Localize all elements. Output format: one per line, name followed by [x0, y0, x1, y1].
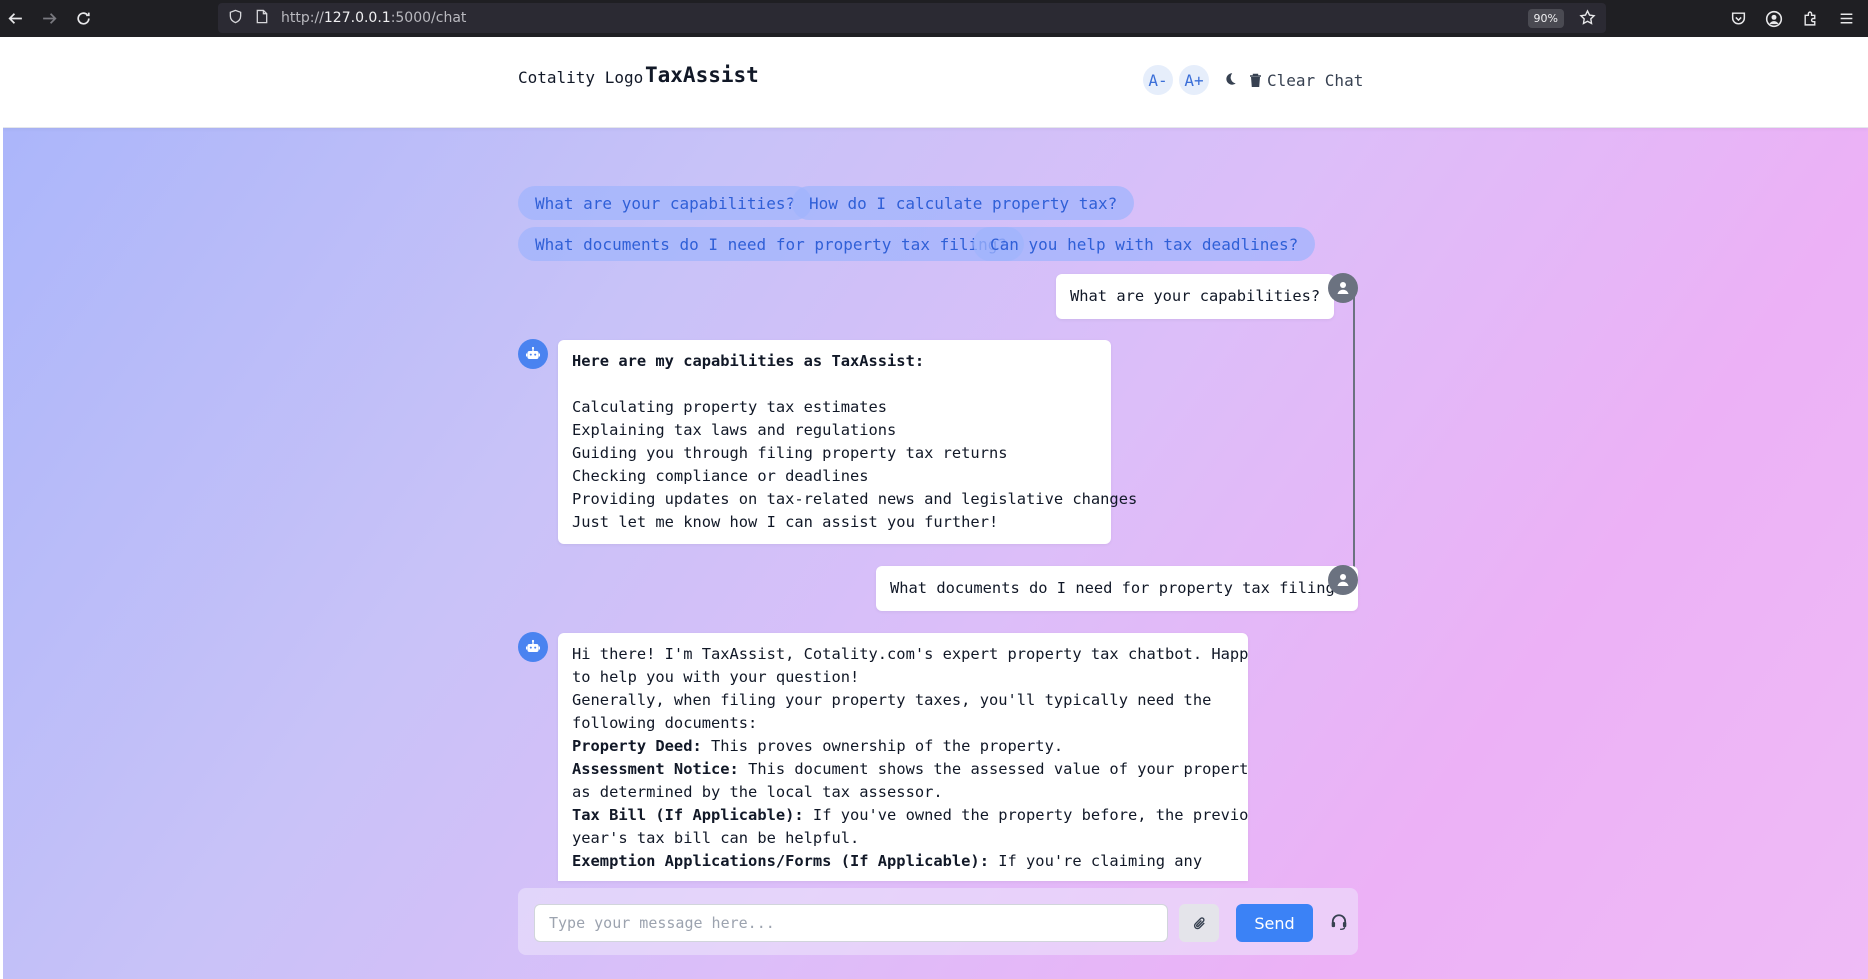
- back-icon[interactable]: [0, 4, 30, 34]
- capability-item: Calculating property tax estimates: [572, 398, 888, 416]
- document-label: Tax Bill (If Applicable):: [572, 806, 804, 824]
- bookmark-star-icon[interactable]: [1579, 9, 1596, 30]
- user-icon: [1337, 282, 1349, 294]
- user-message: What are your capabilities?: [1056, 274, 1335, 319]
- app-title: TaxAssist: [645, 63, 759, 87]
- message-heading: Here are my capabilities as TaxAssist:: [572, 352, 925, 370]
- menu-icon[interactable]: [1832, 5, 1860, 33]
- message-line: following documents:: [572, 714, 758, 732]
- capability-item: Checking compliance or deadlines: [572, 467, 869, 485]
- headset-icon: [1331, 914, 1347, 930]
- document-desc: as determined by the local tax assessor.: [572, 783, 943, 801]
- message-line: Hi there! I'm TaxAssist, Cotality.com's …: [572, 645, 1248, 663]
- dark-mode-toggle[interactable]: [1217, 65, 1243, 95]
- suggestion-chip[interactable]: Can you help with tax deadlines?: [973, 227, 1316, 261]
- message-composer: Send: [518, 888, 1358, 955]
- document-desc: This proves ownership of the property.: [701, 737, 1064, 755]
- suggestion-chip[interactable]: What documents do I need for property ta…: [518, 227, 1025, 261]
- increase-font-button[interactable]: A+: [1179, 65, 1209, 95]
- cotality-logo[interactable]: Cotality Logo: [518, 68, 643, 87]
- user-avatar: [1328, 565, 1358, 595]
- document-item: Exemption Applications/Forms (If Applica…: [572, 850, 1234, 873]
- bot-avatar: [518, 339, 548, 369]
- zoom-level-badge[interactable]: 90%: [1527, 9, 1564, 28]
- address-bar[interactable]: http://127.0.0.1:5000/chat 90%: [218, 3, 1606, 33]
- forward-icon[interactable]: [34, 4, 64, 34]
- bot-message: Here are my capabilities as TaxAssist: C…: [558, 340, 1138, 544]
- attach-file-button[interactable]: [1179, 904, 1219, 942]
- document-item: Assessment Notice: This document shows t…: [572, 758, 1248, 781]
- page-icon: [255, 9, 269, 28]
- bot-message: Hi there! I'm TaxAssist, Cotality.com's …: [558, 633, 1248, 881]
- send-button[interactable]: Send: [1236, 904, 1313, 942]
- account-icon[interactable]: [1760, 5, 1788, 33]
- url-text: http://127.0.0.1:5000/chat: [281, 10, 467, 26]
- user-avatar: [1328, 273, 1358, 303]
- document-item: Tax Bill (If Applicable): If you've owne…: [572, 804, 1248, 827]
- user-icon: [1337, 574, 1349, 586]
- document-label: Assessment Notice:: [572, 760, 739, 778]
- trash-icon: [1250, 73, 1261, 87]
- suggestion-chip[interactable]: How do I calculate property tax?: [792, 186, 1135, 220]
- document-desc: year's tax bill can be helpful.: [572, 829, 860, 847]
- capability-item: Just let me know how I can assist you fu…: [572, 513, 999, 531]
- document-desc: This document shows the assessed value o…: [738, 760, 1248, 778]
- bot-avatar: [518, 632, 548, 662]
- app-header: Cotality Logo TaxAssist A- A+ Clear Chat: [3, 37, 1868, 128]
- header-controls: A- A+ Clear Chat: [1143, 65, 1363, 95]
- document-label: Property Deed:: [572, 737, 702, 755]
- extensions-icon[interactable]: [1796, 5, 1824, 33]
- decrease-font-button[interactable]: A-: [1143, 65, 1173, 95]
- conversation-timeline: [1353, 289, 1355, 609]
- capability-item: Guiding you through filing property tax …: [572, 444, 1008, 462]
- robot-icon: [526, 346, 540, 359]
- paperclip-icon: [1193, 916, 1205, 929]
- robot-icon: [526, 639, 540, 652]
- voice-support-button[interactable]: [1326, 909, 1352, 935]
- clear-chat-label: Clear Chat: [1267, 70, 1364, 90]
- pocket-icon[interactable]: [1724, 5, 1752, 33]
- message-line: to help you with your question!: [572, 668, 860, 686]
- reload-icon[interactable]: [68, 4, 98, 34]
- clear-chat-button[interactable]: Clear Chat: [1249, 71, 1363, 90]
- capability-item: Explaining tax laws and regulations: [572, 421, 897, 439]
- browser-toolbar: http://127.0.0.1:5000/chat 90%: [0, 0, 1868, 37]
- document-desc: If you've owned the property before, the…: [803, 806, 1248, 824]
- chat-app: Cotality Logo TaxAssist A- A+ Clear Chat…: [3, 37, 1868, 979]
- suggestion-chip[interactable]: What are your capabilities?: [518, 186, 813, 220]
- document-item: Property Deed: This proves ownership of …: [572, 735, 1234, 758]
- message-input[interactable]: [534, 904, 1168, 942]
- document-label: Exemption Applications/Forms (If Applica…: [572, 852, 989, 870]
- moon-icon: [1223, 71, 1237, 90]
- browser-right-tools: [1724, 0, 1860, 37]
- document-desc: If you're claiming any: [988, 852, 1203, 870]
- user-message: What documents do I need for property ta…: [876, 566, 1359, 611]
- message-line: Generally, when filing your property tax…: [572, 691, 1212, 709]
- capability-item: Providing updates on tax-related news an…: [572, 490, 1138, 508]
- shield-icon[interactable]: [228, 9, 243, 28]
